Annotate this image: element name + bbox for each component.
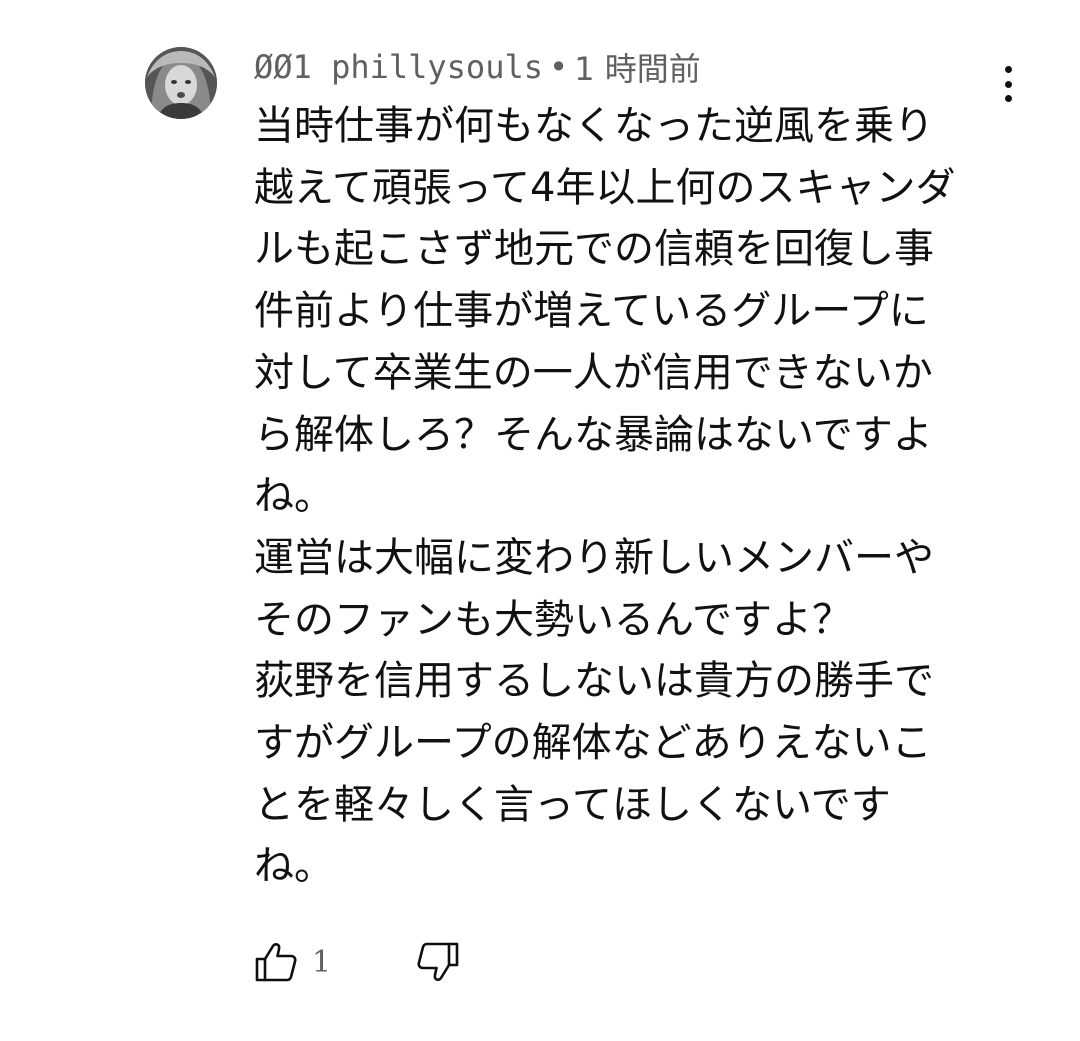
like-count: 1 (312, 944, 332, 980)
dislike-button[interactable] (416, 942, 460, 982)
more-vert-icon (1004, 66, 1012, 73)
thumb-down-icon (417, 942, 459, 981)
comment-text: 当時仕事が何もなくなった逆風を乗り 越えて頑張って4年以上何のスキャンダ ルも起… (254, 103, 956, 890)
more-vert-icon-dot (1004, 95, 1012, 102)
header-separator: • (548, 48, 569, 86)
thumb-up-icon (255, 943, 297, 982)
like-button[interactable]: 1 (254, 942, 392, 982)
avatar-image (145, 47, 217, 119)
more-vert-icon-dot (1004, 80, 1012, 88)
comment-thread: ØØ1 phillysouls • 1 時間前 当時仕事が何もなくなった逆風を乗… (0, 0, 1080, 1041)
author-name[interactable]: ØØ1 phillysouls (254, 48, 543, 86)
comment-timestamp[interactable]: 1 時間前 (574, 44, 701, 90)
comment-header: ØØ1 phillysouls • 1 時間前 (254, 44, 701, 90)
more-options-button[interactable] (990, 62, 1026, 106)
comment-actions: 1 (254, 936, 460, 988)
avatar[interactable] (145, 47, 217, 119)
